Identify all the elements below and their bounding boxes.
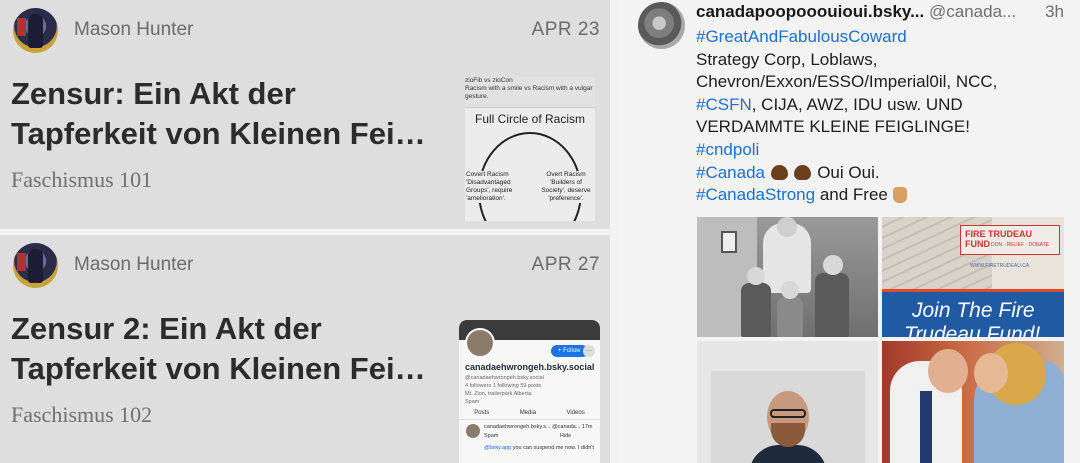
preview-link: @bsky.app [484,445,512,451]
fund-sign: FIRE TRUDEAU FUND DON · RELIEF · DONATE [960,225,1060,255]
preview-post-actions: Spam Hide [484,433,596,439]
tab-videos: Videos [566,410,585,416]
preview-hide: Hide [559,433,572,439]
display-name[interactable]: canadapoopooouioui.bsky... [696,2,924,21]
fund-sign-sub: DON · RELIEF · DONATE [991,242,1049,248]
profile-bio: Mt. Zion, trailerpark Alberta. [465,391,533,397]
article-card[interactable]: Mason Hunter APR 23 Zensur: Ein Akt der … [0,0,610,229]
preview-post-author: canadaehwrongeh.bsky.s... @canada... 17m [484,424,593,430]
publication-name[interactable]: Faschismus 102 [11,402,152,428]
hashtag-link[interactable]: #cndpoli [696,140,759,159]
hashtag-link[interactable]: #GreatAndFabulousCoward [696,27,907,46]
poo-emoji-icon [794,164,812,180]
thumbnail-title: Full Circle of Racism [474,112,585,126]
article-card[interactable]: Mason Hunter APR 27 Zensur 2: Ein Akt de… [0,235,610,463]
profile-name: canadaehwrongeh.bsky.social [465,362,595,372]
post-text-line: Chevron/Exxon/ESSO/Imperial0il, NCC, [696,72,998,92]
thumbnail-header-line: zioFib vs zioCon [465,77,513,84]
post-text-line: Strategy Corp, Loblaws, [696,49,878,69]
avatar[interactable] [13,8,58,53]
post-text: , CIJA, AWZ, IDU usw. UND [751,94,963,114]
hashtag-link[interactable]: #Canada [696,163,765,182]
article-title[interactable]: Zensur: Ein Akt der Tapferkeit von Klein… [11,74,441,154]
post-date: APR 23 [531,19,600,40]
fund-url: WWW.FIRETRUDEAU.CA [970,263,1030,269]
covert-label: Covert Racism [466,171,509,178]
profile-avatar [465,328,495,358]
article-thumbnail[interactable]: zioFib vs zioCon Racism with a smile vs … [465,77,595,221]
preview-text: you can suspend me now. I didn't [511,445,594,451]
user-handle[interactable]: @canada... [929,2,1016,21]
article-list: Mason Hunter APR 23 Zensur: Ein Akt der … [0,0,610,463]
preview-spam: Spam [484,433,499,439]
profile-stats: 4 followers 1 following 59 posts [465,383,542,389]
kiss-photo[interactable] [882,341,1064,463]
poo-emoji-icon [770,164,788,180]
author-name[interactable]: Mason Hunter [74,254,193,276]
more-icon: ··· [583,345,595,357]
overt-label: Overt Racism [546,171,586,178]
preview-post: canadaehwrongeh.bsky.s... @canada... 17m… [484,424,596,451]
post-avatar [466,424,480,438]
post-text: Oui Oui. [812,162,880,182]
fund-headline: Trudeau Fund! [904,323,1041,337]
publication-name[interactable]: Faschismus 101 [11,167,152,193]
portrait-photo[interactable] [697,341,878,463]
fire-trudeau-fund-image[interactable]: FIRE TRUDEAU FUND DON · RELIEF · DONATE … [882,217,1064,337]
image-grid: FIRE TRUDEAU FUND DON · RELIEF · DONATE … [697,217,1064,463]
tab-posts: Posts [474,410,490,416]
wolf-avatar[interactable] [638,2,685,49]
family-photo[interactable] [697,217,878,337]
overt-sub: 'Builders of Society', deserve 'preferen… [541,179,591,202]
thumbnail-diagram: Full Circle of Racism Covert Racism 'Dis… [465,107,595,221]
post-time[interactable]: 3h [1045,2,1064,22]
avatar[interactable] [13,243,58,288]
post-date: APR 27 [531,254,600,275]
profile-tabs: Posts Media Videos [459,410,600,420]
pointing-down-emoji-icon [892,187,907,204]
article-title[interactable]: Zensur 2: Ein Akt der Tapferkeit von Kle… [11,309,441,389]
hashtag-link[interactable]: #CSFN [696,95,752,114]
profile-handle: @canadaehwrongeh.bsky.social [465,375,544,381]
tab-media: Media [519,410,537,416]
hashtag-link[interactable]: #CanadaStrong [696,185,815,204]
author-name[interactable]: Mason Hunter [74,19,193,41]
preview-post-text: @bsky.app you can suspend me now. I didn… [484,445,596,451]
post-header: canadapoopooouioui.bsky... @canada... [696,2,1076,22]
social-post: canadapoopooouioui.bsky... @canada... 3h… [618,0,1080,463]
thumbnail-right-label: Overt Racism 'Builders of Society', dese… [537,171,595,203]
thumbnail-left-label: Covert Racism 'Disadvantaged Groups', re… [466,171,528,203]
article-thumbnail[interactable]: + Follow ··· canadaehwrongeh.bsky.social… [459,320,600,463]
spam-label: Spam [465,399,480,405]
thumbnail-header-line: Racism with a smile vs Racism with a vul… [465,85,593,100]
fund-headline: Join The Fire [912,299,1035,322]
covert-sub: 'Disadvantaged Groups', require 'amelior… [466,179,513,202]
post-body: #GreatAndFabulousCoward Strategy Corp, L… [696,26,1066,207]
post-text: and Free [815,185,893,205]
thumbnail-header: zioFib vs zioCon Racism with a smile vs … [465,77,595,101]
post-text-line: VERDAMMTE KLEINE FEIGLINGE! [696,117,970,137]
